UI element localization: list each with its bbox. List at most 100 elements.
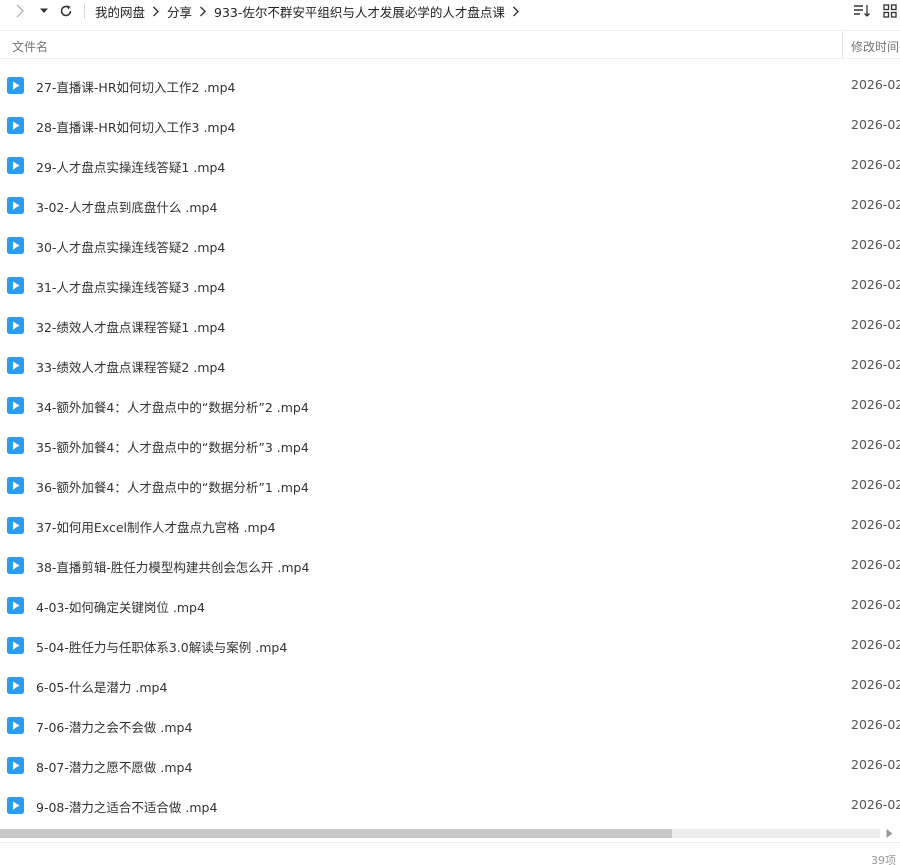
video-file-icon: [7, 477, 24, 494]
table-row[interactable]: 36-额外加餐4：人才盘点中的“数据分析”1 .mp4 2026-02-: [0, 465, 900, 505]
history-dropdown-button[interactable]: [34, 1, 54, 21]
file-modified-date: 2026-02-: [851, 637, 900, 652]
file-modified-date: 2026-02-: [851, 717, 900, 732]
table-row[interactable]: 37-如何用Excel制作人才盘点九宫格 .mp4 2026-02-: [0, 505, 900, 545]
file-name: 34-额外加餐4：人才盘点中的“数据分析”2 .mp4: [36, 400, 309, 415]
refresh-button[interactable]: [56, 1, 76, 21]
file-name: 29-人才盘点实操连线答疑1 .mp4: [36, 160, 226, 175]
file-table-header: 文件名 修改时间: [0, 30, 900, 59]
file-modified-date: 2026-02-: [851, 557, 900, 572]
file-modified-date: 2026-02-: [851, 237, 900, 252]
file-name: 7-06-潜力之会不会做 .mp4: [36, 720, 193, 735]
video-file-icon: [7, 797, 24, 814]
file-modified-date: 2026-02-: [851, 397, 900, 412]
table-row[interactable]: 6-05-什么是潜力 .mp4 2026-02-: [0, 665, 900, 705]
video-file-icon: [7, 437, 24, 454]
table-row[interactable]: 29-人才盘点实操连线答疑1 .mp4 2026-02-: [0, 145, 900, 185]
sort-button[interactable]: [852, 1, 872, 21]
file-modified-date: 2026-02-: [851, 677, 900, 692]
file-name: 35-额外加餐4：人才盘点中的“数据分析”3 .mp4: [36, 440, 309, 455]
scroll-right-icon[interactable]: [885, 828, 894, 839]
item-count: 39项: [871, 854, 896, 865]
video-file-icon: [7, 717, 24, 734]
video-file-icon: [7, 757, 24, 774]
file-modified-date: 2026-02-: [851, 197, 900, 212]
grid-view-icon: [883, 4, 897, 18]
table-row[interactable]: 4-03-如何确定关键岗位 .mp4 2026-02-: [0, 585, 900, 625]
file-name: 32-绩效人才盘点课程答疑1 .mp4: [36, 320, 226, 335]
file-name: 9-08-潜力之适合不适合做 .mp4: [36, 800, 218, 815]
column-header-modified[interactable]: 修改时间: [851, 38, 899, 55]
table-row[interactable]: 38-直播剪辑-胜任力模型构建共创会怎么开 .mp4 2026-02-: [0, 545, 900, 585]
breadcrumb-item-my-drive[interactable]: 我的网盘: [95, 2, 145, 21]
video-file-icon: [7, 237, 24, 254]
sort-icon: [854, 5, 870, 17]
table-row[interactable]: 27-直播课-HR如何切入工作2 .mp4 2026-02-: [0, 65, 900, 105]
chevron-right-icon: [16, 4, 24, 18]
file-modified-date: 2026-02-: [851, 437, 900, 452]
table-row[interactable]: 32-绩效人才盘点课程答疑1 .mp4 2026-02-: [0, 305, 900, 345]
video-file-icon: [7, 77, 24, 94]
file-name: 36-额外加餐4：人才盘点中的“数据分析”1 .mp4: [36, 480, 309, 495]
file-name: 28-直播课-HR如何切入工作3 .mp4: [36, 120, 236, 135]
file-modified-date: 2026-02-: [851, 317, 900, 332]
file-modified-date: 2026-02-: [851, 517, 900, 532]
table-row[interactable]: 34-额外加餐4：人才盘点中的“数据分析”2 .mp4 2026-02-: [0, 385, 900, 425]
breadcrumb: 我的网盘 分享 933-佐尔不群安平组织与人才发展必学的人才盘点课: [95, 2, 527, 21]
forward-button[interactable]: [10, 1, 30, 21]
file-name: 6-05-什么是潜力 .mp4: [36, 680, 168, 695]
table-row[interactable]: 7-06-潜力之会不会做 .mp4 2026-02-: [0, 705, 900, 745]
file-name: 4-03-如何确定关键岗位 .mp4: [36, 600, 205, 615]
table-row[interactable]: 33-绩效人才盘点课程答疑2 .mp4 2026-02-: [0, 345, 900, 385]
file-name: 33-绩效人才盘点课程答疑2 .mp4: [36, 360, 226, 375]
video-file-icon: [7, 197, 24, 214]
status-bar: 39项: [0, 842, 900, 865]
column-resize-handle[interactable]: [842, 31, 843, 59]
table-row[interactable]: 30-人才盘点实操连线答疑2 .mp4 2026-02-: [0, 225, 900, 265]
video-file-icon: [7, 317, 24, 334]
file-modified-date: 2026-02-: [851, 757, 900, 772]
video-file-icon: [7, 597, 24, 614]
file-modified-date: 2026-02-: [851, 277, 900, 292]
table-row[interactable]: 5-04-胜任力与任职体系3.0解读与案例 .mp4 2026-02-: [0, 625, 900, 665]
column-header-name[interactable]: 文件名: [12, 38, 48, 55]
table-row[interactable]: 35-额外加餐4：人才盘点中的“数据分析”3 .mp4 2026-02-: [0, 425, 900, 465]
view-mode-button[interactable]: [880, 1, 900, 21]
table-row[interactable]: 3-02-人才盘点到底盘什么 .mp4 2026-02-: [0, 185, 900, 225]
table-row[interactable]: 9-08-潜力之适合不适合做 .mp4 2026-02-: [0, 785, 900, 825]
table-row[interactable]: 28-直播课-HR如何切入工作3 .mp4 2026-02-: [0, 105, 900, 145]
file-modified-date: 2026-02-: [851, 597, 900, 612]
file-modified-date: 2026-02-: [851, 77, 900, 92]
file-modified-date: 2026-02-: [851, 117, 900, 132]
file-name: 8-07-潜力之愿不愿做 .mp4: [36, 760, 193, 775]
file-name: 31-人才盘点实操连线答疑3 .mp4: [36, 280, 226, 295]
file-modified-date: 2026-02-: [851, 157, 900, 172]
file-modified-date: 2026-02-: [851, 477, 900, 492]
breadcrumb-item-current-folder[interactable]: 933-佐尔不群安平组织与人才发展必学的人才盘点课: [214, 2, 505, 21]
breadcrumb-separator-icon[interactable]: [512, 6, 520, 17]
video-file-icon: [7, 277, 24, 294]
horizontal-scrollbar[interactable]: [0, 827, 900, 839]
table-row[interactable]: 8-07-潜力之愿不愿做 .mp4 2026-02-: [0, 745, 900, 785]
file-name: 27-直播课-HR如何切入工作2 .mp4: [36, 80, 236, 95]
scrollbar-thumb[interactable]: [0, 829, 672, 838]
file-modified-date: 2026-02-: [851, 357, 900, 372]
file-name: 38-直播剪辑-胜任力模型构建共创会怎么开 .mp4: [36, 560, 310, 575]
video-file-icon: [7, 357, 24, 374]
video-file-icon: [7, 117, 24, 134]
toolbar: 我的网盘 分享 933-佐尔不群安平组织与人才发展必学的人才盘点课: [0, 0, 900, 22]
video-file-icon: [7, 637, 24, 654]
table-row[interactable]: 31-人才盘点实操连线答疑3 .mp4 2026-02-: [0, 265, 900, 305]
file-name: 37-如何用Excel制作人才盘点九宫格 .mp4: [36, 520, 276, 535]
video-file-icon: [7, 677, 24, 694]
video-file-icon: [7, 157, 24, 174]
file-name: 3-02-人才盘点到底盘什么 .mp4: [36, 200, 218, 215]
view-controls: [852, 0, 900, 22]
toolbar-divider: [84, 3, 85, 19]
video-file-icon: [7, 397, 24, 414]
chevron-down-icon: [40, 8, 48, 13]
file-list: 27-直播课-HR如何切入工作2 .mp4 2026-02- 28-直播课-HR如…: [0, 65, 900, 825]
breadcrumb-item-share[interactable]: 分享: [167, 2, 192, 21]
file-modified-date: 2026-02-: [851, 797, 900, 812]
video-file-icon: [7, 557, 24, 574]
